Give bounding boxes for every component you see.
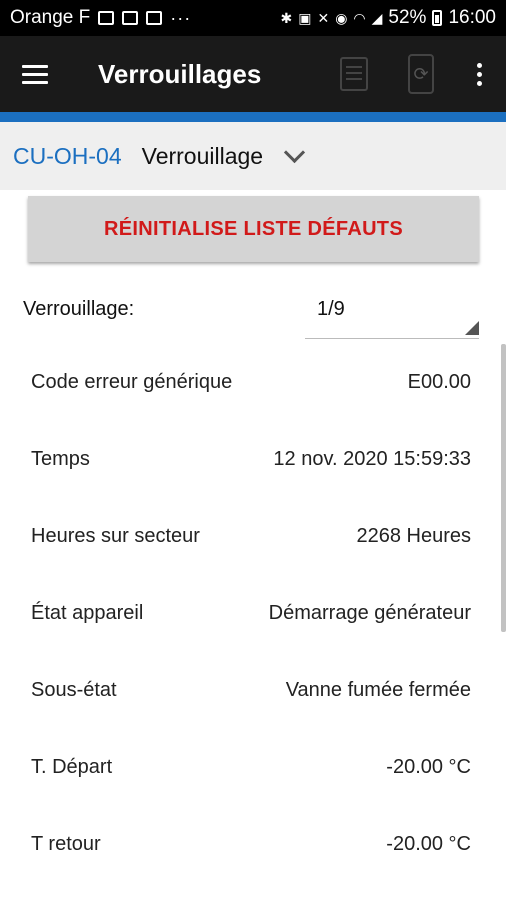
view-selector-label: Verrouillage: [141, 142, 264, 169]
message-notification-icon: [146, 11, 163, 25]
sub-header: CU-OH-04 Verrouillage: [0, 122, 506, 190]
lockout-details-list: Code erreur générique E00.00 Temps 12 no…: [0, 344, 506, 883]
page-title: Verrouillages: [98, 58, 262, 89]
clock: 16:00: [448, 7, 496, 28]
detail-value: Vanne fumée fermée: [285, 679, 471, 701]
lockout-label: Verrouillage:: [23, 298, 135, 320]
gallery-notification-icon: [98, 11, 115, 25]
detail-row: Temps 12 nov. 2020 15:59:33: [0, 421, 506, 498]
detail-label: Sous-état: [31, 679, 117, 701]
detail-row: Code erreur générique E00.00: [0, 344, 506, 421]
battery-icon: [432, 10, 443, 26]
phone-refresh-icon[interactable]: ⟳: [408, 54, 434, 94]
reset-fault-list-button[interactable]: RÉINITIALISE LISTE DÉFAUTS: [28, 196, 479, 262]
dropdown-triangle-icon: [465, 321, 479, 335]
detail-label: Temps: [31, 448, 90, 470]
menu-icon[interactable]: [22, 56, 58, 92]
nfc-icon: ▣: [298, 9, 312, 26]
detail-row: Heures sur secteur 2268 Heures: [0, 498, 506, 575]
carrier-name: Orange F: [10, 7, 91, 28]
accent-divider: [0, 112, 506, 122]
detail-label: T retour: [31, 833, 101, 855]
detail-label: Heures sur secteur: [31, 525, 200, 547]
scrollbar[interactable]: [501, 344, 506, 632]
more-notifications-indicator: ···: [170, 7, 192, 28]
bluetooth-icon: ✱: [280, 9, 293, 26]
detail-value: 2268 Heures: [356, 525, 471, 547]
device-code: CU-OH-04: [13, 142, 122, 169]
detail-value: -20.00 °C: [386, 756, 471, 778]
detail-label: État appareil: [31, 602, 144, 624]
detail-value: -20.00 °C: [386, 833, 471, 855]
detail-row: T. Départ -20.00 °C: [0, 729, 506, 806]
signal-icon: ◢: [371, 9, 383, 26]
lockout-selector-row: Verrouillage: 1/9: [0, 282, 506, 342]
mute-icon: ✕: [317, 9, 330, 26]
detail-label: Code erreur générique: [31, 371, 233, 393]
detail-value: 12 nov. 2020 15:59:33: [273, 448, 471, 470]
detail-row: Sous-état Vanne fumée fermée: [0, 652, 506, 729]
more-vert-icon[interactable]: [474, 62, 484, 86]
detail-label: T. Départ: [31, 756, 113, 778]
detail-row: T retour -20.00 °C: [0, 806, 506, 883]
document-icon[interactable]: [340, 57, 368, 91]
lockout-spinner[interactable]: 1/9: [305, 288, 479, 339]
alarm-icon: ◉: [335, 9, 348, 26]
wifi-icon: ◠: [353, 9, 366, 26]
chevron-down-icon: [283, 141, 306, 163]
detail-row: État appareil Démarrage générateur: [0, 575, 506, 652]
view-selector[interactable]: Verrouillage: [141, 141, 306, 170]
detail-value: Démarrage générateur: [268, 602, 471, 624]
lockout-spinner-value: 1/9: [317, 298, 345, 320]
detail-value: E00.00: [407, 371, 471, 393]
status-bar: Orange F ··· ✱ ▣ ✕ ◉ ◠ ◢ 52% 16:00: [0, 0, 506, 36]
battery-percentage: 52%: [388, 7, 427, 28]
app-notification-icon: [122, 11, 139, 25]
app-bar: Verrouillages ⟳: [0, 36, 506, 112]
